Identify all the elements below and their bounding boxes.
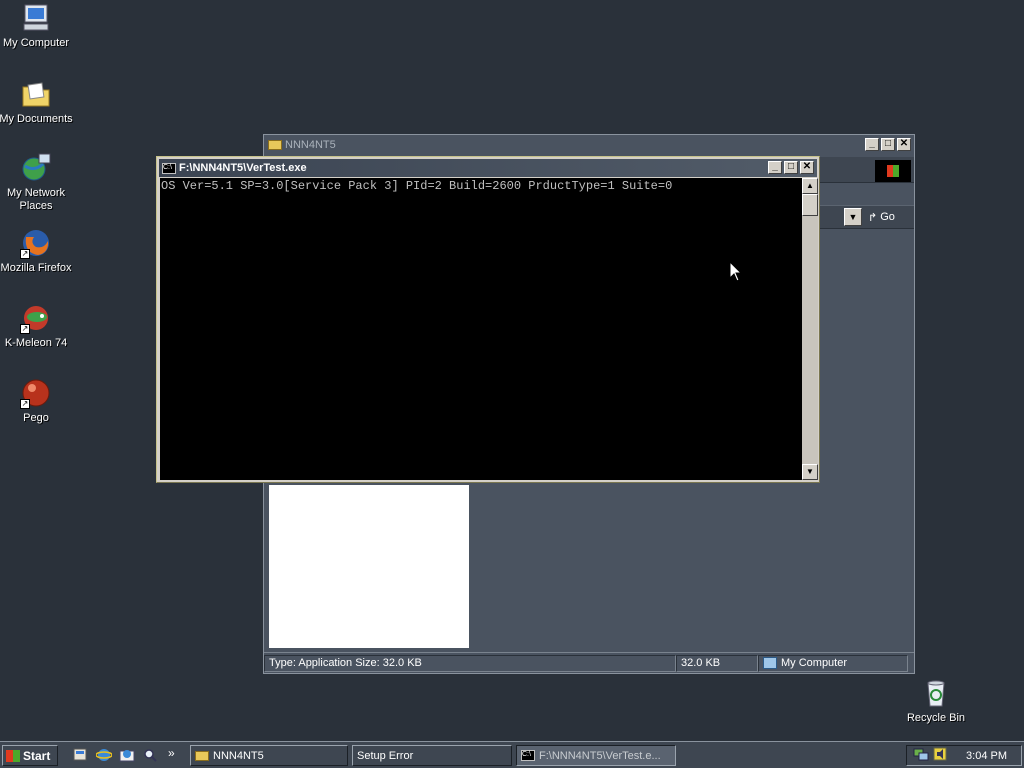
explorer-titlebar[interactable]: NNN4NT5 [264,135,914,155]
minimize-button[interactable]: _ [865,138,879,151]
desktop-icon-label: Recycle Bin [906,712,966,724]
desktop-icon-my-documents[interactable]: My Documents [0,78,74,126]
go-label: Go [880,211,895,223]
network-tray-icon[interactable] [913,747,929,764]
status-size-text: 32.0 KB [681,657,721,669]
status-size-cell: 32.0 KB [676,654,758,672]
network-globe-icon [20,152,52,184]
explorer-window-controls: _ □ ✕ [865,138,911,151]
start-button[interactable]: Start [2,745,58,766]
my-computer-small-icon [763,657,777,669]
desktop-icon-my-computer[interactable]: My Computer [0,2,74,50]
documents-folder-icon [20,78,52,110]
close-button[interactable]: ✕ [897,138,911,151]
minimize-button[interactable]: _ [768,161,782,174]
recycle-bin-icon [920,677,952,709]
folder-icon [268,140,282,150]
go-button[interactable]: ↱ Go [868,208,895,226]
console-title: F:\NNN4NT5\VerTest.exe [179,162,307,174]
desktop-icon-my-network-places[interactable]: My Network Places [0,152,74,213]
desktop-icon-label: Pego [23,412,49,424]
desktop-icon-label: My Documents [0,113,73,125]
desktop-icon-label: Mozilla Firefox [0,262,72,274]
folder-icon [195,750,209,761]
console-titlebar[interactable]: C:\ F:\NNN4NT5\VerTest.exe [159,159,817,177]
desktop-icon-label: My Network Places [6,187,66,212]
computer-icon [20,2,52,34]
pego-icon: ↗ [20,377,52,409]
search-icon[interactable] [142,747,158,763]
console-window[interactable]: C:\ F:\NNN4NT5\VerTest.exe _ □ ✕ OS Ver=… [156,156,820,483]
taskbar-button-console[interactable]: C:\ F:\NNN4NT5\VerTest.e... [516,745,676,766]
explorer-statusbar: Type: Application Size: 32.0 KB 32.0 KB … [264,652,914,673]
explorer-title: NNN4NT5 [285,139,336,151]
volume-tray-icon[interactable] [933,747,947,764]
status-type-cell: Type: Application Size: 32.0 KB [264,654,676,672]
explorer-task-pane [269,485,469,648]
desktop-icon-pego[interactable]: ↗ Pego [0,377,74,425]
maximize-button[interactable]: □ [881,138,895,151]
outlook-express-icon[interactable] [119,747,135,763]
console-output[interactable]: OS Ver=5.1 SP=3.0[Service Pack 3] PId=2 … [160,178,802,480]
taskbar: Start » NNN4NT5 Setup Error C:\ F:\NNN4N… [0,741,1024,768]
taskbar-button-setup-error[interactable]: Setup Error [352,745,512,766]
status-type-text: Type: Application Size: 32.0 KB [269,657,422,669]
show-desktop-icon[interactable] [72,747,88,763]
shortcut-arrow-icon: ↗ [20,249,30,259]
taskbar-button-explorer[interactable]: NNN4NT5 [190,745,348,766]
address-dropdown-button[interactable]: ▼ [844,208,862,226]
status-zone-cell: My Computer [758,654,908,672]
task-label: Setup Error [357,749,414,762]
desktop-icon-label: My Computer [2,37,70,49]
scroll-down-button[interactable]: ▼ [802,464,818,480]
maximize-button[interactable]: □ [784,161,798,174]
scroll-up-button[interactable]: ▲ [802,178,818,194]
firefox-icon: ↗ [20,227,52,259]
internet-explorer-icon[interactable] [95,747,113,763]
command-prompt-icon: C:\ [162,162,176,174]
close-button[interactable]: ✕ [800,161,814,174]
command-prompt-icon: C:\ [521,750,535,761]
system-tray: 3:04 PM [906,745,1022,766]
clock[interactable]: 3:04 PM [966,750,1007,762]
windows-flag-icon [6,749,20,762]
desktop-icon-mozilla-firefox[interactable]: ↗ Mozilla Firefox [0,227,74,275]
windows-logo-icon [875,160,911,182]
task-label: NNN4NT5 [213,749,264,762]
scroll-thumb[interactable] [802,194,818,216]
desktop-icon-k-meleon[interactable]: ↗ K-Meleon 74 [0,302,74,350]
quicklaunch-more-icon[interactable]: » [168,746,175,760]
task-label: F:\NNN4NT5\VerTest.e... [539,749,661,762]
console-window-controls: _ □ ✕ [768,161,814,174]
desktop-icon-label: K-Meleon 74 [4,337,68,349]
k-meleon-icon: ↗ [20,302,52,334]
shortcut-arrow-icon: ↗ [20,324,30,334]
status-zone-text: My Computer [781,657,848,669]
console-scrollbar[interactable]: ▲ ▼ [802,178,818,480]
shortcut-arrow-icon: ↗ [20,399,30,409]
desktop-icon-recycle-bin[interactable]: Recycle Bin [898,677,974,725]
go-arrow-icon: ↱ [868,211,878,224]
start-label: Start [23,748,51,763]
